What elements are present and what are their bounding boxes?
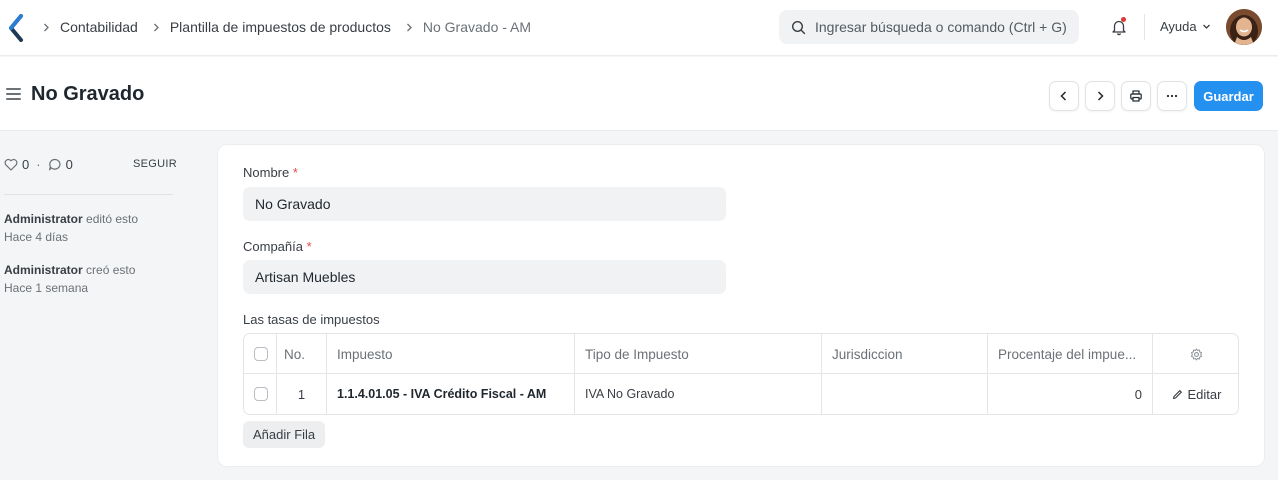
- row-select-cell: [244, 374, 277, 414]
- comment-icon[interactable]: [48, 158, 62, 171]
- activity-item: Administrator editó esto Hace 4 días: [4, 210, 138, 246]
- taxes-table-label: Las tasas de impuestos: [243, 312, 380, 327]
- nombre-field[interactable]: No Gravado: [243, 187, 726, 221]
- notification-dot: [1121, 17, 1126, 22]
- compania-label-text: Compañía: [243, 239, 303, 254]
- form-card: Nombre * No Gravado Compañía * Artisan M…: [217, 144, 1265, 467]
- breadcrumb-item-contabilidad[interactable]: Contabilidad: [42, 19, 138, 35]
- more-horizontal-icon: [1166, 94, 1178, 98]
- page-title: No Gravado: [31, 83, 145, 105]
- comments-count: 0: [65, 157, 73, 172]
- breadcrumb-label: No Gravado - AM: [422, 19, 532, 35]
- row-tipo[interactable]: IVA No Gravado: [575, 374, 822, 414]
- nombre-label: Nombre *: [243, 165, 298, 180]
- activity-user[interactable]: Administrator: [4, 212, 83, 226]
- required-mark: *: [292, 165, 298, 180]
- save-button[interactable]: Guardar: [1194, 81, 1263, 111]
- breadcrumb-label: Contabilidad: [60, 19, 138, 35]
- row-checkbox[interactable]: [254, 387, 268, 401]
- row-porcentaje[interactable]: 0: [988, 374, 1153, 414]
- required-mark: *: [306, 239, 312, 254]
- stats-separator: ·: [36, 157, 41, 172]
- breadcrumb-item-current[interactable]: No Gravado - AM: [405, 19, 531, 35]
- chevron-down-icon: [1202, 24, 1210, 29]
- compania-label: Compañía *: [243, 239, 312, 254]
- next-doc-button[interactable]: [1085, 81, 1115, 111]
- navbar: Contabilidad Plantilla de impuestos de p…: [0, 0, 1278, 56]
- select-all-cell: [244, 334, 277, 374]
- gear-icon[interactable]: [1190, 348, 1203, 361]
- row-impuesto[interactable]: 1.1.4.01.05 - IVA Crédito Fiscal - AM: [327, 374, 575, 414]
- row-jurisdiccion[interactable]: [822, 374, 988, 414]
- activity-item: Administrator creó esto Hace 1 semana: [4, 261, 135, 297]
- chevron-right-icon: [1097, 91, 1104, 101]
- chevron-left-icon: [1060, 91, 1067, 101]
- breadcrumb-item-plantilla[interactable]: Plantilla de impuestos de productos: [152, 19, 391, 35]
- taxes-table: No. Impuesto Tipo de Impuesto Jurisdicci…: [243, 333, 1239, 415]
- breadcrumb-label: Plantilla de impuestos de productos: [169, 19, 391, 35]
- activity-action: editó esto: [82, 212, 139, 226]
- printer-icon: [1130, 90, 1142, 102]
- chevron-right-icon: [153, 23, 159, 31]
- row-edit-button[interactable]: Editar: [1153, 374, 1238, 414]
- add-row-button[interactable]: Añadir Fila: [243, 421, 326, 448]
- chevron-right-icon: [406, 23, 412, 31]
- select-all-checkbox[interactable]: [254, 347, 268, 361]
- table-row[interactable]: 1 1.1.4.01.05 - IVA Crédito Fiscal - AM …: [244, 374, 1238, 414]
- page-header: No Gravado Guardar: [0, 57, 1278, 131]
- app-logo-icon[interactable]: [8, 14, 24, 42]
- search-bar[interactable]: [779, 10, 1079, 44]
- sidebar-divider: [4, 194, 173, 195]
- previous-doc-button[interactable]: [1049, 81, 1079, 111]
- search-icon: [791, 20, 806, 34]
- activity-user[interactable]: Administrator: [4, 263, 83, 277]
- compania-field[interactable]: Artisan Muebles: [243, 260, 726, 294]
- search-input[interactable]: [815, 19, 1075, 35]
- heart-icon[interactable]: [4, 158, 18, 171]
- help-dropdown[interactable]: Ayuda: [1160, 19, 1211, 34]
- table-header-row: No. Impuesto Tipo de Impuesto Jurisdicci…: [244, 334, 1238, 374]
- nombre-label-text: Nombre: [243, 165, 290, 180]
- help-label: Ayuda: [1160, 19, 1197, 34]
- breadcrumb: Contabilidad Plantilla de impuestos de p…: [42, 0, 531, 54]
- row-no: 1: [277, 374, 327, 414]
- column-header-tipo: Tipo de Impuesto: [575, 334, 822, 374]
- column-header-impuesto: Impuesto: [327, 334, 575, 374]
- chevron-right-icon: [44, 23, 49, 31]
- more-actions-button[interactable]: [1157, 81, 1187, 111]
- activity-time: Hace 1 semana: [4, 281, 89, 295]
- pencil-icon: [1172, 389, 1182, 399]
- sidebar-toggle-icon[interactable]: [6, 88, 21, 100]
- follow-button[interactable]: SEGUIR: [133, 158, 177, 170]
- column-settings-cell: [1153, 334, 1238, 374]
- column-header-no: No.: [277, 334, 327, 374]
- avatar-image: [1226, 9, 1262, 45]
- column-header-porcentaje: Procentaje del impue...: [988, 334, 1153, 374]
- edit-label: Editar: [1187, 386, 1222, 402]
- column-header-jurisdiccion: Jurisdiccion: [822, 334, 988, 374]
- likes-count: 0: [22, 157, 30, 172]
- user-avatar[interactable]: [1226, 9, 1262, 45]
- activity-action: creó esto: [82, 263, 136, 277]
- print-button[interactable]: [1121, 81, 1151, 111]
- navbar-divider: [1144, 14, 1145, 40]
- activity-time: Hace 4 días: [4, 230, 69, 244]
